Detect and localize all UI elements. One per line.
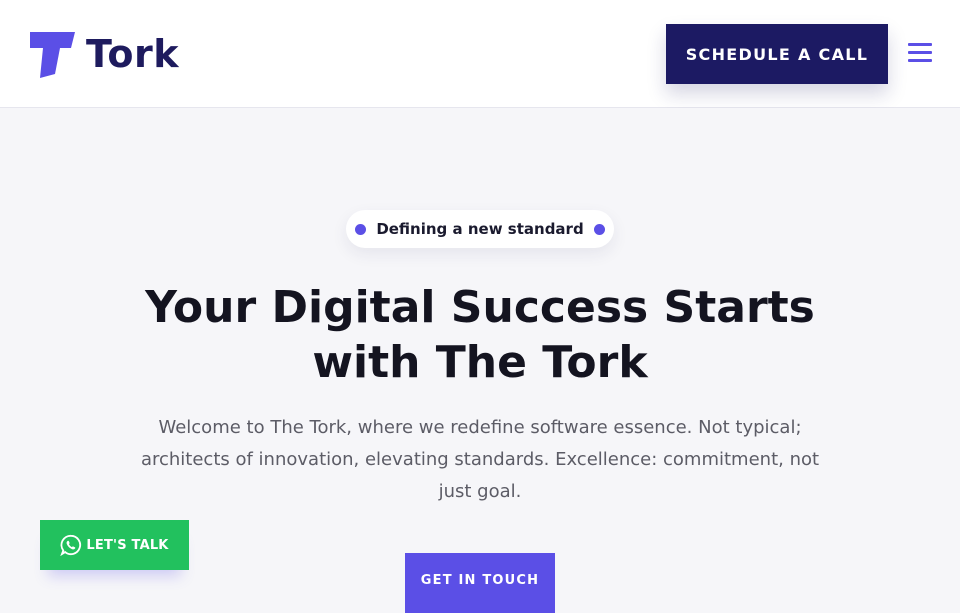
hamburger-menu-icon[interactable] [908, 43, 932, 63]
logo[interactable]: Tork [28, 30, 179, 78]
get-in-touch-button[interactable]: GET IN TOUCH [405, 553, 555, 613]
badge-dot-icon [355, 223, 367, 235]
headline-line-1: Your Digital Success Starts [145, 282, 815, 333]
badge-dot-icon [593, 223, 605, 235]
whatsapp-chat-button[interactable]: LET'S TALK [40, 520, 189, 570]
schedule-call-button[interactable]: SCHEDULE A CALL [666, 24, 888, 84]
tork-logo-icon [30, 32, 75, 78]
hero-description: Welcome to The Tork, where we redefine s… [140, 417, 820, 502]
hero-headline: Your Digital Success Starts with The Tor… [100, 280, 860, 390]
site-header: Tork SCHEDULE A CALL [0, 0, 960, 108]
whatsapp-button-label: LET'S TALK [86, 537, 169, 553]
hero-section: Defining a new standard Your Digital Suc… [0, 108, 960, 613]
badge-text: Defining a new standard [376, 220, 584, 238]
whatsapp-icon [60, 534, 82, 556]
tagline-badge: Defining a new standard [346, 210, 614, 248]
logo-text: Tork [86, 32, 179, 76]
headline-line-2: with The Tork [312, 337, 648, 388]
